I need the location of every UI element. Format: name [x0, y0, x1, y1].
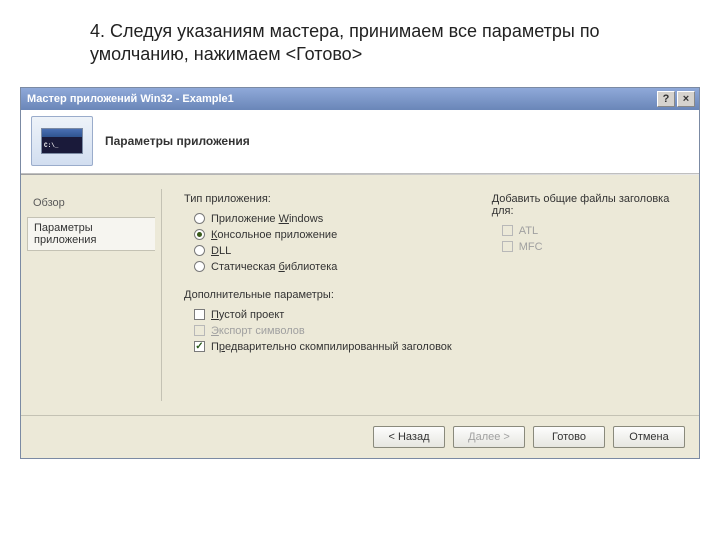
checkbox-icon	[194, 309, 205, 320]
help-button[interactable]: ?	[657, 91, 675, 107]
radio-label: DLL	[211, 245, 231, 257]
radio-label: Статическая библиотека	[211, 261, 337, 273]
cancel-button[interactable]: Отмена	[613, 426, 685, 448]
check-export-symbols: Экспорт символов	[184, 323, 452, 339]
check-label: ATL	[519, 225, 538, 237]
check-label: Экспорт символов	[211, 325, 305, 337]
console-icon: C:\_	[42, 137, 82, 153]
radio-icon	[194, 261, 205, 272]
apptype-label: Тип приложения:	[184, 193, 452, 205]
wizard-body: Обзор Параметры приложения Тип приложени…	[21, 175, 699, 415]
checkbox-icon	[502, 225, 513, 236]
radio-dll[interactable]: DLL	[184, 243, 452, 259]
sidebar-app-params[interactable]: Параметры приложения	[27, 217, 155, 251]
radio-windows-app[interactable]: Приложение Windows	[184, 211, 452, 227]
headers-label: Добавить общие файлы заголовка для:	[492, 193, 681, 217]
radio-icon	[194, 245, 205, 256]
extra-label: Дополнительные параметры:	[184, 289, 452, 301]
slide-caption: 4. Следуя указаниям мастера, принимаем в…	[0, 0, 720, 77]
radio-label: Консольное приложение	[211, 229, 337, 241]
sidebar: Обзор Параметры приложения	[21, 175, 161, 415]
check-label: Предварительно скомпилированный заголово…	[211, 341, 452, 353]
content: Тип приложения: Приложение Windows Консо…	[162, 175, 699, 415]
footer: < Назад Далее > Готово Отмена	[21, 415, 699, 458]
checkbox-icon	[194, 325, 205, 336]
wizard-window: Мастер приложений Win32 - Example1 ? × C…	[20, 87, 700, 459]
radio-console-app[interactable]: Консольное приложение	[184, 227, 452, 243]
banner-icon: C:\_	[31, 116, 93, 166]
radio-label: Приложение Windows	[211, 213, 323, 225]
banner: C:\_ Параметры приложения	[21, 110, 699, 174]
next-button: Далее >	[453, 426, 525, 448]
close-icon: ×	[683, 93, 689, 105]
radio-icon	[194, 229, 205, 240]
window-title: Мастер приложений Win32 - Example1	[27, 93, 234, 105]
check-precompiled-header[interactable]: ✓ Предварительно скомпилированный заголо…	[184, 339, 452, 355]
finish-button[interactable]: Готово	[533, 426, 605, 448]
check-atl: ATL	[492, 223, 681, 239]
check-empty-project[interactable]: Пустой проект	[184, 307, 452, 323]
check-mfc: MFC	[492, 239, 681, 255]
check-label: Пустой проект	[211, 309, 284, 321]
checkbox-icon: ✓	[194, 341, 205, 352]
radio-icon	[194, 213, 205, 224]
close-button[interactable]: ×	[677, 91, 695, 107]
check-label: MFC	[519, 241, 543, 253]
radio-static-lib[interactable]: Статическая библиотека	[184, 259, 452, 275]
sidebar-overview[interactable]: Обзор	[27, 193, 155, 213]
banner-title: Параметры приложения	[105, 134, 250, 148]
back-button[interactable]: < Назад	[373, 426, 445, 448]
titlebar: Мастер приложений Win32 - Example1 ? ×	[21, 88, 699, 110]
checkbox-icon	[502, 241, 513, 252]
help-icon: ?	[663, 93, 670, 105]
